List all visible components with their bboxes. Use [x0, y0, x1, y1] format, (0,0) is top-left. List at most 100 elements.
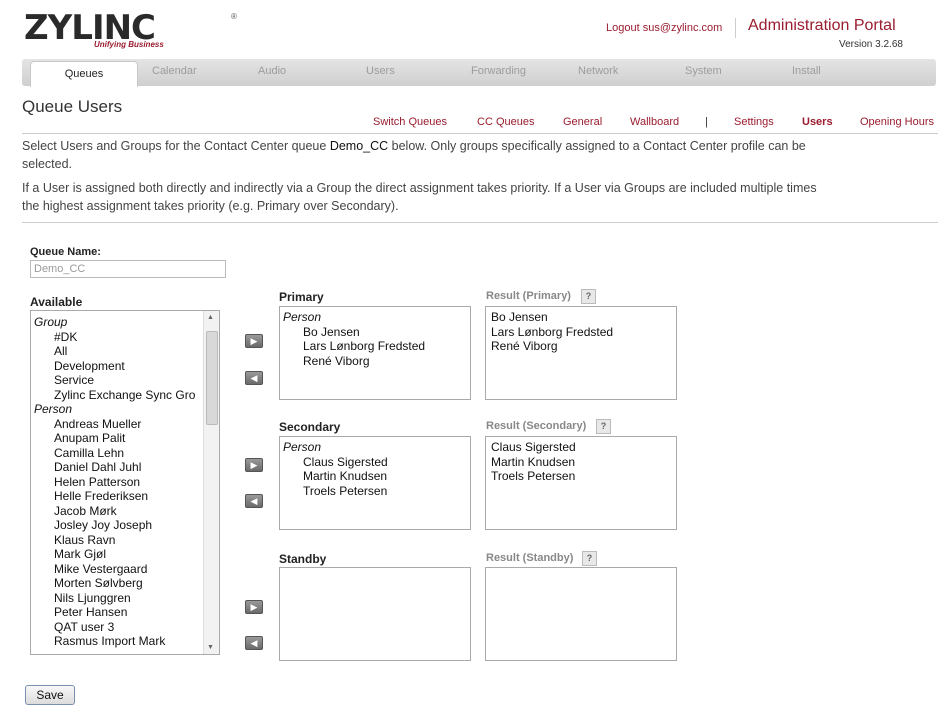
- description-text: below. Only groups specifically assigned…: [388, 139, 806, 153]
- header-divider: [735, 18, 736, 38]
- available-scrollbar[interactable]: ▲ ▼: [203, 311, 219, 654]
- list-group-header: Person: [283, 310, 322, 324]
- standby-label: Standby: [279, 552, 327, 566]
- title-divider: [22, 133, 938, 134]
- list-item[interactable]: QAT user 3: [31, 620, 219, 635]
- scroll-down-icon[interactable]: ▼: [207, 644, 214, 651]
- result-primary-listbox[interactable]: Bo Jensen Lars Lønborg Fredsted René Vibor…: [485, 306, 677, 400]
- result-standby-label: Result (Standby): [486, 552, 574, 564]
- list-item[interactable]: #DK: [31, 330, 219, 345]
- list-item[interactable]: Rasmus Import Mark: [31, 634, 219, 649]
- list-item[interactable]: Martin Knudsen: [280, 469, 470, 484]
- tab-network[interactable]: Network: [578, 65, 618, 77]
- description-line-4: the highest assignment takes priority (e…: [22, 199, 399, 213]
- queue-name-inline: Demo_CC: [329, 139, 389, 153]
- tab-queues[interactable]: Queues: [30, 61, 138, 87]
- version-label: Version 3.2.68: [839, 39, 903, 50]
- link-cc-queues[interactable]: CC Queues: [477, 116, 534, 128]
- list-item[interactable]: Anupam Palit: [31, 431, 219, 446]
- link-users[interactable]: Users: [802, 116, 833, 128]
- list-item[interactable]: Morten Sølvberg: [31, 576, 219, 591]
- tab-users[interactable]: Users: [366, 65, 395, 77]
- primary-items: Person Bo Jensen Lars Lønborg Fredsted René…: [280, 307, 470, 368]
- list-item[interactable]: Helen Patterson: [31, 475, 219, 490]
- tab-system[interactable]: System: [685, 65, 722, 77]
- list-item[interactable]: Service: [31, 373, 219, 388]
- list-group-header: Group: [34, 315, 68, 329]
- help-standby-icon[interactable]: ?: [582, 551, 597, 566]
- tab-calendar[interactable]: Calendar: [152, 65, 197, 77]
- primary-listbox[interactable]: Person Bo Jensen Lars Lønborg Fredsted René…: [279, 306, 471, 400]
- description-line-3: If a User is assigned both directly and …: [22, 181, 817, 195]
- scrollbar-thumb[interactable]: [206, 331, 218, 425]
- main-tab-bar: Queues Calendar Audio Users Forwarding N…: [22, 59, 936, 87]
- tab-install[interactable]: Install: [792, 65, 821, 77]
- list-item[interactable]: Lars Lønborg Fredsted: [280, 339, 470, 354]
- zylinc-logo: ZYLINC ® Unifying Business: [24, 8, 237, 50]
- help-secondary-icon[interactable]: ?: [596, 419, 611, 434]
- list-item[interactable]: Klaus Ravn: [31, 533, 219, 548]
- list-item[interactable]: René Viborg: [486, 339, 676, 354]
- list-item[interactable]: Daniel Dahl Juhl: [31, 460, 219, 475]
- list-item[interactable]: Josley Joy Joseph: [31, 518, 219, 533]
- secondary-label: Secondary: [279, 420, 341, 434]
- list-item[interactable]: Zylinc Exchange Sync Gro: [31, 388, 219, 403]
- remove-from-standby-button[interactable]: ◀: [245, 636, 263, 650]
- link-general[interactable]: General: [563, 116, 602, 128]
- sublink-divider: |: [705, 116, 708, 128]
- list-item[interactable]: Camilla Lehn: [31, 446, 219, 461]
- link-opening-hours[interactable]: Opening Hours: [860, 116, 934, 128]
- tab-forwarding[interactable]: Forwarding: [471, 65, 526, 77]
- list-item[interactable]: All: [31, 344, 219, 359]
- add-to-primary-button[interactable]: ▶: [245, 334, 263, 348]
- queue-name-input[interactable]: [30, 260, 226, 278]
- portal-title: Administration Portal: [748, 17, 896, 34]
- result-primary-label: Result (Primary): [486, 290, 571, 302]
- list-item[interactable]: Jacob Mørk: [31, 504, 219, 519]
- logout-link[interactable]: Logout sus@zylinc.com: [606, 22, 722, 34]
- secondary-items: Person Claus Sigersted Martin Knudsen Troel…: [280, 437, 470, 498]
- list-group-header: Person: [283, 440, 322, 454]
- list-item[interactable]: René Viborg: [280, 354, 470, 369]
- list-item[interactable]: Troels Petersen: [280, 484, 470, 499]
- link-switch-queues[interactable]: Switch Queues: [373, 116, 447, 128]
- available-items: Group #DK All Development Service Zylinc Exch…: [31, 311, 219, 649]
- tab-audio[interactable]: Audio: [258, 65, 286, 77]
- secondary-listbox[interactable]: Person Claus Sigersted Martin Knudsen Troel…: [279, 436, 471, 530]
- list-item[interactable]: Nils Ljunggren: [31, 591, 219, 606]
- primary-label: Primary: [279, 290, 324, 304]
- list-item[interactable]: Lars Lønborg Fredsted: [486, 325, 676, 340]
- list-item[interactable]: Martin Knudsen: [486, 455, 676, 470]
- add-to-secondary-button[interactable]: ▶: [245, 458, 263, 472]
- list-item[interactable]: Andreas Mueller: [31, 417, 219, 432]
- queue-name-label: Queue Name:: [30, 246, 101, 258]
- scroll-up-icon[interactable]: ▲: [207, 314, 214, 321]
- list-item[interactable]: Peter Hansen: [31, 605, 219, 620]
- list-item[interactable]: Bo Jensen: [280, 325, 470, 340]
- list-item[interactable]: Development: [31, 359, 219, 374]
- list-item[interactable]: Claus Sigersted: [280, 455, 470, 470]
- link-settings[interactable]: Settings: [734, 116, 774, 128]
- remove-from-primary-button[interactable]: ◀: [245, 371, 263, 385]
- registered-mark: ®: [231, 12, 237, 21]
- list-item[interactable]: Mike Vestergaard: [31, 562, 219, 577]
- description-divider: [22, 222, 938, 223]
- result-standby-listbox[interactable]: [485, 567, 677, 661]
- add-to-standby-button[interactable]: ▶: [245, 600, 263, 614]
- link-wallboard[interactable]: Wallboard: [630, 116, 679, 128]
- logo-tagline: Unifying Business: [94, 40, 164, 49]
- list-item[interactable]: Mark Gjøl: [31, 547, 219, 562]
- result-secondary-label: Result (Secondary): [486, 420, 587, 432]
- list-item[interactable]: Troels Petersen: [486, 469, 676, 484]
- result-secondary-listbox[interactable]: Claus Sigersted Martin Knudsen Troels Pete…: [485, 436, 677, 530]
- standby-listbox[interactable]: [279, 567, 471, 661]
- help-primary-icon[interactable]: ?: [581, 289, 596, 304]
- available-listbox[interactable]: Group #DK All Development Service Zylinc Exch…: [30, 310, 220, 655]
- list-item[interactable]: Claus Sigersted: [486, 440, 676, 455]
- result-secondary-items: Claus Sigersted Martin Knudsen Troels Pete…: [486, 437, 676, 484]
- list-item[interactable]: Bo Jensen: [486, 310, 676, 325]
- remove-from-secondary-button[interactable]: ◀: [245, 494, 263, 508]
- list-item[interactable]: Helle Frederiksen: [31, 489, 219, 504]
- save-button[interactable]: Save: [25, 685, 75, 705]
- description-line-1: Select Users and Groups for the Contact …: [22, 137, 806, 155]
